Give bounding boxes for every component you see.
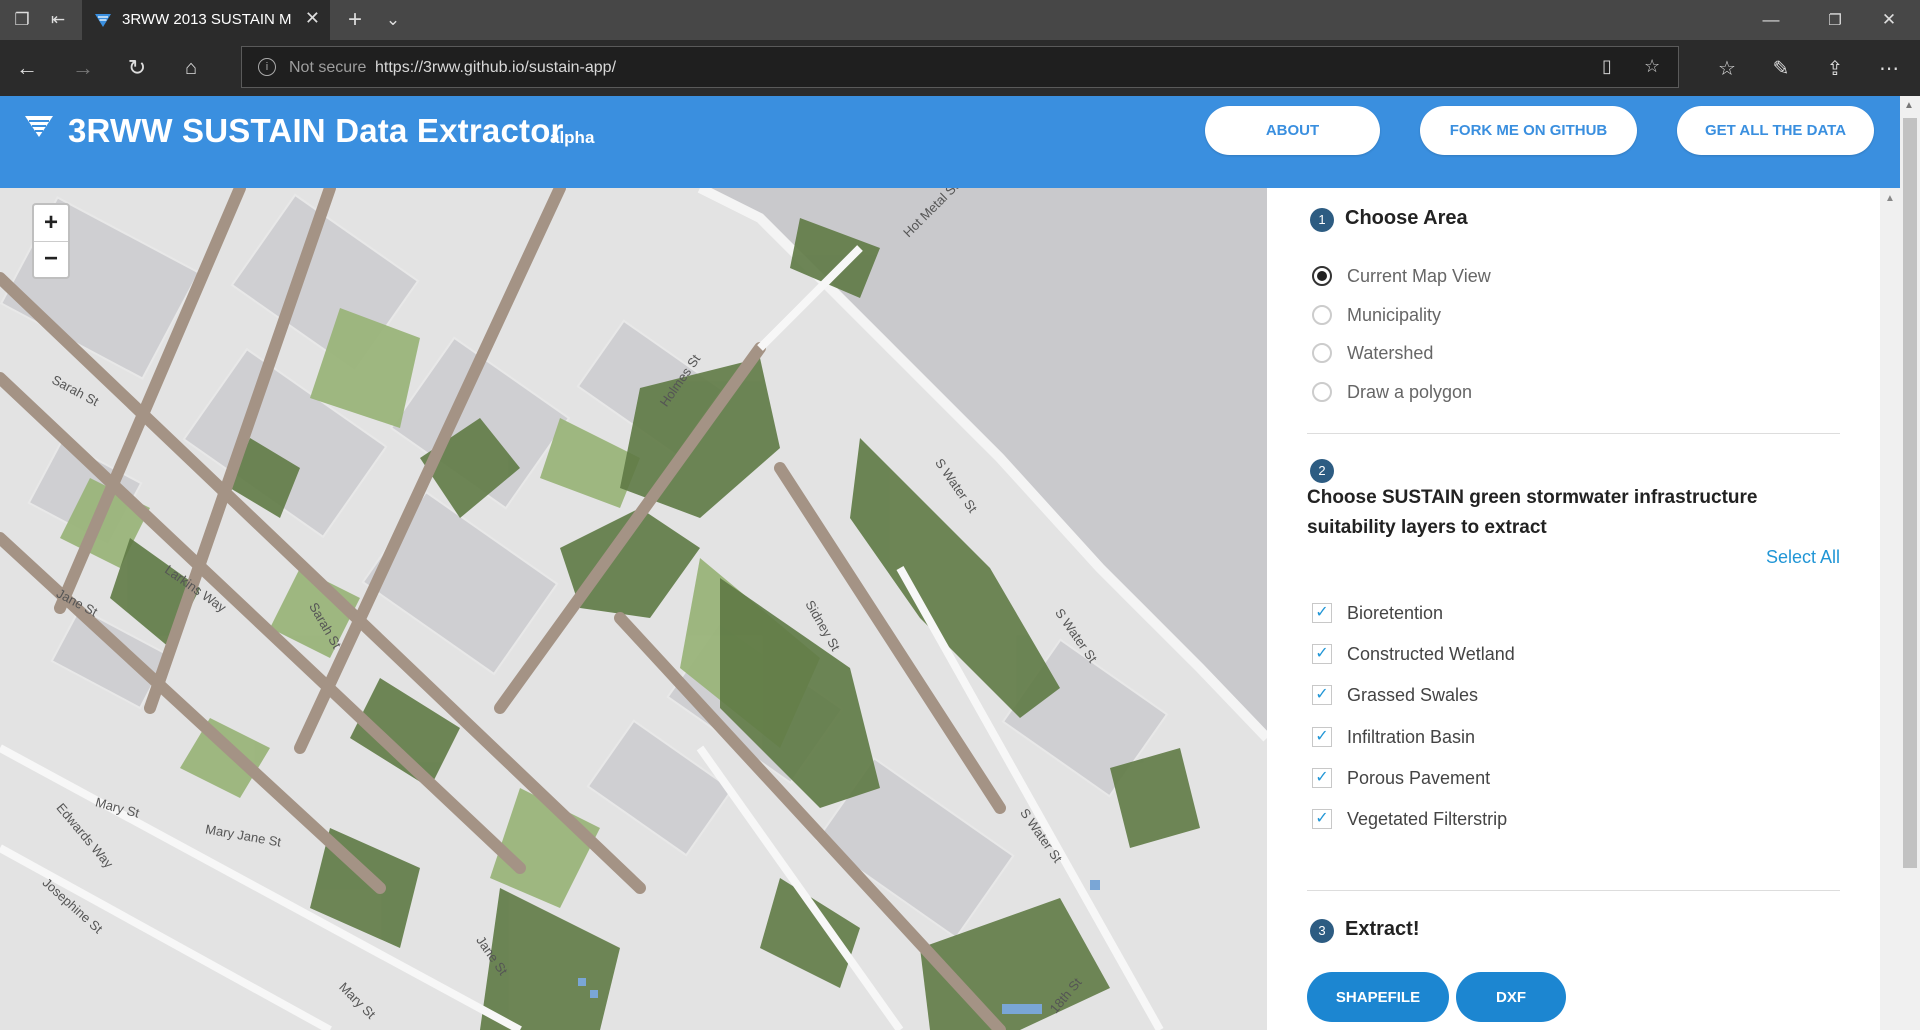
home-icon[interactable]: ⌂ xyxy=(176,40,206,96)
share-icon[interactable]: ⇪ xyxy=(1820,40,1850,96)
checkbox-infiltration-basin[interactable]: ✓ xyxy=(1312,727,1332,747)
3rww-logo-icon xyxy=(25,116,53,137)
zoom-in-button[interactable]: + xyxy=(34,205,68,242)
get-all-the-data-button[interactable]: GET ALL THE DATA xyxy=(1677,106,1874,155)
checkbox-bioretention[interactable]: ✓ xyxy=(1312,603,1332,623)
add-favorite-star-icon[interactable]: ☆ xyxy=(1644,56,1660,77)
checkbox-label: Bioretention xyxy=(1347,602,1444,623)
security-label: Not secure xyxy=(289,59,367,76)
area-option-current-map-view[interactable]: Current Map View xyxy=(1312,264,1491,288)
app-title: 3RWW SUSTAIN Data Extractor xyxy=(68,112,564,149)
radio-label: Current Map View xyxy=(1347,265,1491,286)
checkbox-porous-pavement[interactable]: ✓ xyxy=(1312,768,1332,788)
page-scrollbar[interactable]: ▲ xyxy=(1900,96,1920,1030)
area-option-watershed[interactable]: Watershed xyxy=(1312,341,1433,365)
layer-option-porous-pavement[interactable]: ✓ Porous Pavement xyxy=(1312,766,1490,790)
radio-current-map-view[interactable] xyxy=(1312,266,1332,286)
checkbox-label: Porous Pavement xyxy=(1347,767,1491,788)
radio-label: Municipality xyxy=(1347,304,1442,325)
layer-option-vegetated-filterstrip[interactable]: ✓ Vegetated Filterstrip xyxy=(1312,807,1507,831)
tab-list-chevron-down-icon[interactable]: ⌄ xyxy=(380,0,406,40)
checkbox-constructed-wetland[interactable]: ✓ xyxy=(1312,644,1332,664)
reading-view-icon[interactable]: ▯ xyxy=(1602,56,1612,77)
checkbox-label: Grassed Swales xyxy=(1347,684,1479,705)
choose-area-heading: Choose Area xyxy=(1345,207,1468,229)
layer-option-constructed-wetland[interactable]: ✓ Constructed Wetland xyxy=(1312,642,1515,666)
extract-heading: Extract! xyxy=(1345,918,1420,940)
app-title-alpha-badge: alpha xyxy=(550,128,595,147)
area-option-draw-polygon[interactable]: Draw a polygon xyxy=(1312,380,1472,404)
step-3-number: 3 xyxy=(1310,919,1334,943)
checkbox-label: Infiltration Basin xyxy=(1347,726,1476,747)
step-2-number: 2 xyxy=(1310,459,1334,483)
checkbox-grassed-swales[interactable]: ✓ xyxy=(1312,685,1332,705)
checkbox-label: Constructed Wetland xyxy=(1347,643,1515,664)
map-view[interactable]: Hot Metal St Sarah St Jane St Larkins Wa… xyxy=(0,188,1267,1030)
scroll-up-arrow-icon[interactable]: ▲ xyxy=(1904,100,1914,111)
site-info-icon[interactable]: i xyxy=(258,58,276,76)
favorites-hub-icon[interactable]: ☆ xyxy=(1712,40,1742,96)
map-zoom-control: + − xyxy=(32,203,70,279)
radio-draw-polygon[interactable] xyxy=(1312,382,1332,402)
dxf-button[interactable]: DXF xyxy=(1456,972,1566,1022)
select-all-link[interactable]: Select All xyxy=(1760,547,1840,568)
section-divider xyxy=(1307,890,1840,891)
tab-close-icon[interactable]: ✕ xyxy=(305,8,320,29)
panel-scroll-up-arrow-icon[interactable]: ▲ xyxy=(1885,193,1895,204)
step-1-number: 1 xyxy=(1310,208,1334,232)
radio-label: Watershed xyxy=(1347,342,1434,363)
about-button[interactable]: ABOUT xyxy=(1205,106,1380,155)
shapefile-button[interactable]: SHAPEFILE xyxy=(1307,972,1449,1022)
new-tab-icon[interactable]: + xyxy=(340,0,370,40)
web-note-pen-icon[interactable]: ✎ xyxy=(1766,40,1796,96)
set-tabs-aside-icon[interactable]: ⇤ xyxy=(44,0,72,40)
zoom-out-button[interactable]: − xyxy=(34,241,68,277)
radio-watershed[interactable] xyxy=(1312,343,1332,363)
radio-municipality[interactable] xyxy=(1312,305,1332,325)
browser-tab-strip: ❐ ⇤ 3RWW 2013 SUSTAIN M ✕ + ⌄ — ❐ ✕ xyxy=(0,0,1920,40)
browser-tab-active[interactable]: 3RWW 2013 SUSTAIN M ✕ xyxy=(82,0,330,40)
panel-scrollbar[interactable]: ▲ xyxy=(1880,188,1900,1030)
back-arrow-icon[interactable]: ← xyxy=(12,40,42,96)
tab-manager-icon[interactable]: ❐ xyxy=(8,0,36,40)
more-menu-icon[interactable]: ⋯ xyxy=(1874,40,1904,96)
restore-window-icon[interactable]: ❐ xyxy=(1820,0,1850,40)
radio-label: Draw a polygon xyxy=(1347,381,1473,402)
layer-option-infiltration-basin[interactable]: ✓ Infiltration Basin xyxy=(1312,725,1475,749)
choose-layers-heading-line2: suitability layers to extract xyxy=(1307,517,1547,538)
tab-title: 3RWW 2013 SUSTAIN M xyxy=(122,11,292,28)
map-tiles[interactable] xyxy=(0,188,1267,1030)
fork-me-on-github-button[interactable]: FORK ME ON GITHUB xyxy=(1420,106,1637,155)
close-window-icon[interactable]: ✕ xyxy=(1874,0,1904,40)
area-option-municipality[interactable]: Municipality xyxy=(1312,303,1441,327)
checkbox-vegetated-filterstrip[interactable]: ✓ xyxy=(1312,809,1332,829)
address-bar[interactable]: i Not secure https://3rww.github.io/sust… xyxy=(241,46,1679,88)
checkbox-label: Vegetated Filterstrip xyxy=(1347,808,1508,829)
choose-layers-heading-line1: Choose SUSTAIN green stormwater infrastr… xyxy=(1307,487,1758,508)
section-divider xyxy=(1307,433,1840,434)
app-header: 3RWW SUSTAIN Data Extractor alpha ABOUT … xyxy=(0,96,1900,188)
refresh-icon[interactable]: ↻ xyxy=(122,40,152,96)
layer-option-bioretention[interactable]: ✓ Bioretention xyxy=(1312,601,1443,625)
page-scroll-thumb[interactable] xyxy=(1903,118,1917,868)
layer-option-grassed-swales[interactable]: ✓ Grassed Swales xyxy=(1312,683,1478,707)
url-text[interactable]: https://3rww.github.io/sustain-app/ xyxy=(375,59,616,77)
forward-arrow-icon[interactable]: → xyxy=(68,40,98,96)
minimize-window-icon[interactable]: — xyxy=(1756,0,1786,40)
3rww-favicon-icon xyxy=(95,14,111,27)
